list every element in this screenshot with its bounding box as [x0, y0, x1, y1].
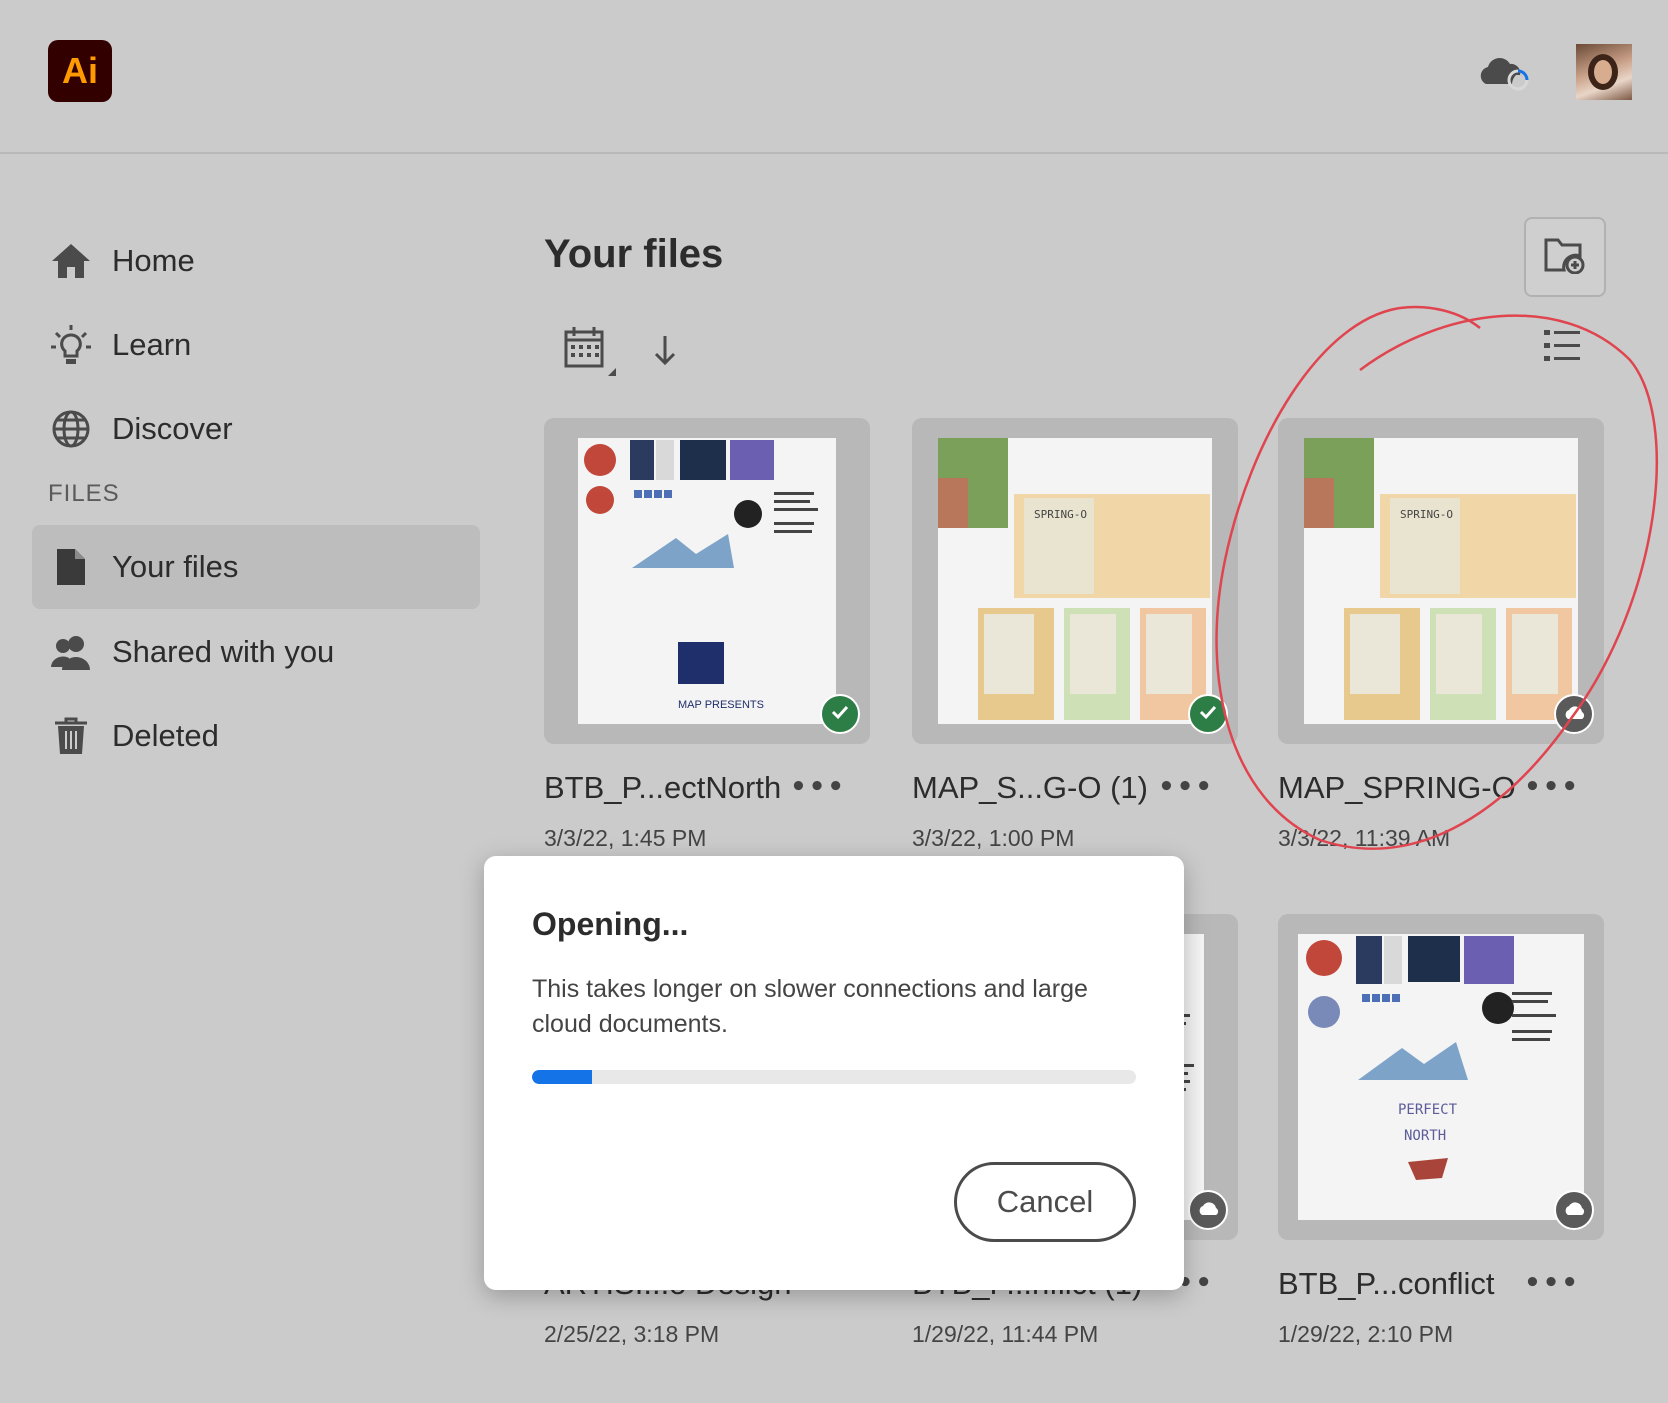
thumb-caption: NORTH — [1404, 1128, 1446, 1144]
sort-by-date-button[interactable] — [562, 324, 618, 380]
list-view-icon — [1542, 330, 1582, 370]
file-thumbnail[interactable]: MAP PRESENTS — [544, 418, 870, 744]
sidebar-item-label: Deleted — [112, 718, 219, 753]
document-icon — [48, 544, 94, 590]
arrow-down-icon — [650, 336, 680, 374]
thumb-caption: SPRING-O — [1400, 508, 1453, 521]
artwork-preview: MAP PRESENTS — [578, 438, 836, 724]
people-icon — [48, 629, 94, 675]
artwork-preview: SPRING-O — [938, 438, 1212, 724]
cloud-badge — [1188, 1190, 1228, 1230]
file-thumbnail[interactable]: SPRING-O — [1278, 418, 1604, 744]
sidebar-item-shared[interactable]: Shared with you — [32, 610, 480, 694]
sidebar-item-label: Shared with you — [112, 634, 335, 669]
sidebar-item-label: Your files — [112, 549, 239, 584]
sidebar-item-deleted[interactable]: Deleted — [32, 694, 480, 778]
dialog-message: This takes longer on slower connections … — [532, 975, 1088, 1038]
file-date: 3/3/22, 11:39 AM — [1278, 825, 1451, 851]
synced-badge — [820, 694, 860, 734]
progress-bar-fill — [532, 1070, 593, 1084]
thumb-caption: SPRING-O — [1034, 508, 1087, 521]
cloud-badge — [1554, 694, 1594, 734]
file-date: 3/3/22, 1:00 PM — [912, 825, 1075, 851]
trash-icon — [48, 713, 94, 759]
sidebar-item-label: Learn — [112, 327, 192, 362]
top-bar: Ai — [0, 0, 1668, 154]
cloud-icon — [1563, 704, 1585, 724]
globe-icon — [48, 406, 94, 452]
artwork-preview: SPRING-O — [1304, 438, 1578, 724]
file-date: 3/3/22, 1:45 PM — [544, 825, 707, 851]
sidebar-item-home[interactable]: Home — [32, 219, 480, 303]
thumb-caption: MAP PRESENTS — [678, 699, 764, 711]
thumb-caption: PERFECT — [1398, 1102, 1458, 1118]
sort-direction-button[interactable] — [650, 330, 680, 370]
cloud-icon — [1197, 1200, 1219, 1220]
cancel-button[interactable]: Cancel — [954, 1162, 1136, 1242]
illustrator-logo[interactable]: Ai — [48, 40, 112, 102]
user-avatar[interactable] — [1576, 44, 1632, 100]
file-name[interactable]: MAP_S...G-O (1) — [912, 770, 1148, 806]
file-name[interactable]: BTB_P...conflict — [1278, 1266, 1495, 1302]
sidebar-item-label: Discover — [112, 411, 233, 446]
home-icon — [48, 238, 94, 284]
file-thumbnail[interactable]: SPRING-O — [912, 418, 1238, 744]
file-date: 1/29/22, 11:44 PM — [912, 1321, 1099, 1347]
sidebar-item-learn[interactable]: Learn — [32, 303, 480, 387]
file-thumbnail[interactable]: PERFECT NORTH — [1278, 914, 1604, 1240]
cloud-badge — [1554, 1190, 1594, 1230]
artwork-preview: PERFECT NORTH — [1298, 934, 1584, 1220]
file-name[interactable]: BTB_P...ectNorth — [544, 770, 781, 806]
new-folder-button[interactable] — [1524, 217, 1606, 297]
sidebar-item-your-files[interactable]: Your files — [32, 525, 480, 609]
dialog-title: Opening... — [532, 906, 689, 942]
sidebar-item-discover[interactable]: Discover — [32, 387, 480, 471]
sidebar-item-label: Home — [112, 243, 195, 278]
more-options-button[interactable]: ••• — [1524, 772, 1580, 802]
progress-bar — [532, 1070, 1136, 1084]
checkmark-icon — [1197, 701, 1219, 727]
file-name[interactable]: MAP_SPRING-O — [1278, 770, 1516, 806]
checkmark-icon — [829, 701, 851, 727]
file-date: 1/29/22, 2:10 PM — [1278, 1321, 1454, 1347]
files-section-heading: FILES — [48, 480, 120, 507]
page-title: Your files — [544, 232, 724, 276]
lightbulb-icon — [48, 322, 94, 368]
synced-badge — [1188, 694, 1228, 734]
cloud-icon — [1563, 1200, 1585, 1220]
new-folder-icon — [1544, 236, 1586, 278]
list-view-button[interactable] — [1542, 326, 1582, 366]
more-options-button[interactable]: ••• — [1158, 772, 1214, 802]
calendar-icon — [562, 327, 618, 384]
more-options-button[interactable]: ••• — [790, 772, 846, 802]
cloud-sync-icon[interactable] — [1476, 50, 1532, 92]
opening-dialog: Opening... This takes longer on slower c… — [484, 856, 1184, 1290]
more-options-button[interactable]: ••• — [1524, 1268, 1580, 1298]
file-date: 2/25/22, 3:18 PM — [544, 1321, 720, 1347]
